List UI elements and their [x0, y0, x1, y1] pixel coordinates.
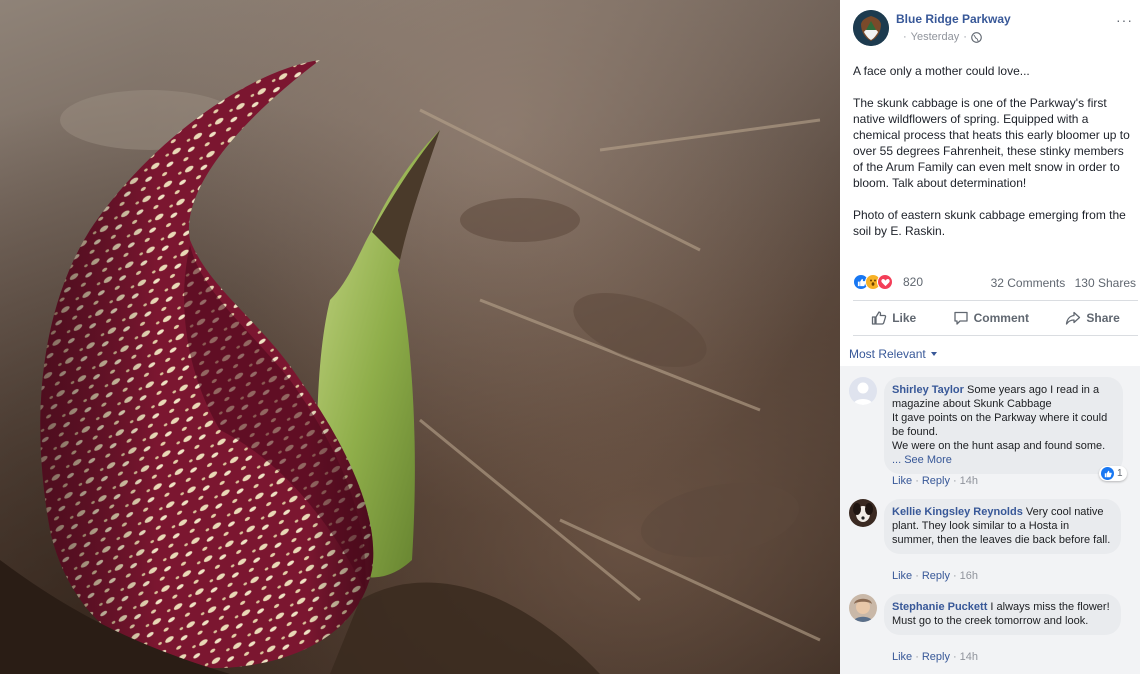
post-header: Blue Ridge Parkway · Yesterday · ···	[853, 10, 1133, 46]
post-paragraph: The skunk cabbage is one of the Parkway'…	[853, 96, 1130, 190]
comment-time[interactable]: 14h	[960, 651, 978, 663]
post-panel: Blue Ridge Parkway · Yesterday · ··· A f…	[840, 0, 1140, 674]
like-reaction-icon	[1101, 467, 1114, 480]
comment-footer: Like · Reply · 16h	[892, 570, 978, 582]
share-button-label: Share	[1086, 311, 1120, 325]
commenter-name[interactable]: Kellie Kingsley Reynolds	[892, 506, 1023, 518]
comments-section: Shirley Taylor Some years ago I read in …	[840, 366, 1140, 674]
comment-reaction-count: 1	[1117, 468, 1123, 479]
comment-reaction-badge[interactable]: 1	[1099, 466, 1127, 481]
post-paragraph: A face only a mother could love...	[853, 64, 1030, 78]
shares-count[interactable]: 130 Shares	[1075, 276, 1136, 290]
engagement-counts: 32 Comments 130 Shares	[985, 276, 1136, 290]
footer-separator: ·	[915, 475, 919, 487]
skunk-cabbage-image	[0, 60, 821, 674]
comment-bubble: Kellie Kingsley Reynolds Very cool nativ…	[884, 499, 1121, 554]
comment-button-label: Comment	[973, 311, 1029, 325]
comment-footer: Like · Reply · 14h	[892, 651, 978, 663]
page-name[interactable]: Blue Ridge Parkway	[896, 12, 1011, 26]
comments-count[interactable]: 32 Comments	[991, 276, 1066, 290]
comment-footer: Like · Reply · 14h	[892, 475, 978, 487]
reactions-bar: 820 32 Comments 130 Shares	[853, 274, 1138, 292]
page-avatar[interactable]	[853, 10, 889, 46]
post-separator: ·	[963, 31, 967, 43]
commenter-avatar[interactable]	[849, 377, 877, 405]
user-photo-icon	[849, 499, 877, 527]
nps-arrowhead-logo	[853, 10, 889, 46]
post-photo[interactable]	[0, 0, 840, 674]
see-more-link[interactable]: ... See More	[892, 454, 952, 466]
commenter-name[interactable]: Shirley Taylor	[892, 384, 964, 396]
post-meta: · Yesterday ·	[903, 31, 982, 43]
comment-text-line: We were on the hunt asap and found some.	[892, 440, 1106, 452]
footer-separator: ·	[952, 475, 957, 487]
commenter-avatar[interactable]	[849, 594, 877, 622]
post-actions: Like Comment Share	[853, 300, 1138, 336]
comment-reply-link[interactable]: Reply	[922, 651, 950, 663]
footer-separator: ·	[952, 651, 957, 663]
comment-like-link[interactable]: Like	[892, 475, 912, 487]
comment-icon	[953, 311, 968, 325]
comment-button[interactable]: Comment	[953, 310, 1029, 326]
globe-icon	[971, 31, 982, 43]
user-photo-icon	[849, 594, 877, 622]
commenter-avatar[interactable]	[849, 499, 877, 527]
comment-like-link[interactable]: Like	[892, 651, 912, 663]
comment-bubble: Stephanie Puckett I always miss the flow…	[884, 594, 1121, 635]
post-separator: ·	[903, 31, 907, 43]
comment-sort-dropdown[interactable]: Most Relevant	[849, 347, 937, 361]
share-arrow-icon	[1066, 311, 1081, 325]
love-reaction-icon	[877, 274, 893, 290]
thumbs-up-icon	[872, 311, 887, 325]
footer-separator: ·	[952, 570, 957, 582]
comment-like-link[interactable]: Like	[892, 570, 912, 582]
comment-sort-label: Most Relevant	[849, 347, 926, 361]
footer-separator: ·	[915, 651, 919, 663]
comment-reply-link[interactable]: Reply	[922, 475, 950, 487]
comment-time[interactable]: 14h	[960, 475, 978, 487]
comment-text-line: It gave points on the Parkway where it c…	[892, 412, 1108, 438]
reaction-icons[interactable]	[853, 274, 893, 290]
comment-bubble: Shirley Taylor Some years ago I read in …	[884, 377, 1123, 474]
comment-reply-link[interactable]: Reply	[922, 570, 950, 582]
comment-time[interactable]: 16h	[960, 570, 978, 582]
like-button[interactable]: Like	[871, 310, 916, 326]
share-button[interactable]: Share	[1065, 310, 1120, 326]
footer-separator: ·	[915, 570, 919, 582]
default-avatar-icon	[849, 377, 877, 405]
more-options-icon[interactable]: ···	[1116, 12, 1133, 28]
like-button-label: Like	[892, 311, 917, 325]
commenter-name[interactable]: Stephanie Puckett	[892, 601, 987, 613]
reaction-count[interactable]: 820	[903, 275, 923, 289]
post-message: A face only a mother could love... The s…	[853, 63, 1135, 255]
caret-down-icon	[930, 352, 937, 356]
post-paragraph: Photo of eastern skunk cabbage emerging …	[853, 208, 1126, 238]
post-time[interactable]: Yesterday	[911, 31, 960, 43]
